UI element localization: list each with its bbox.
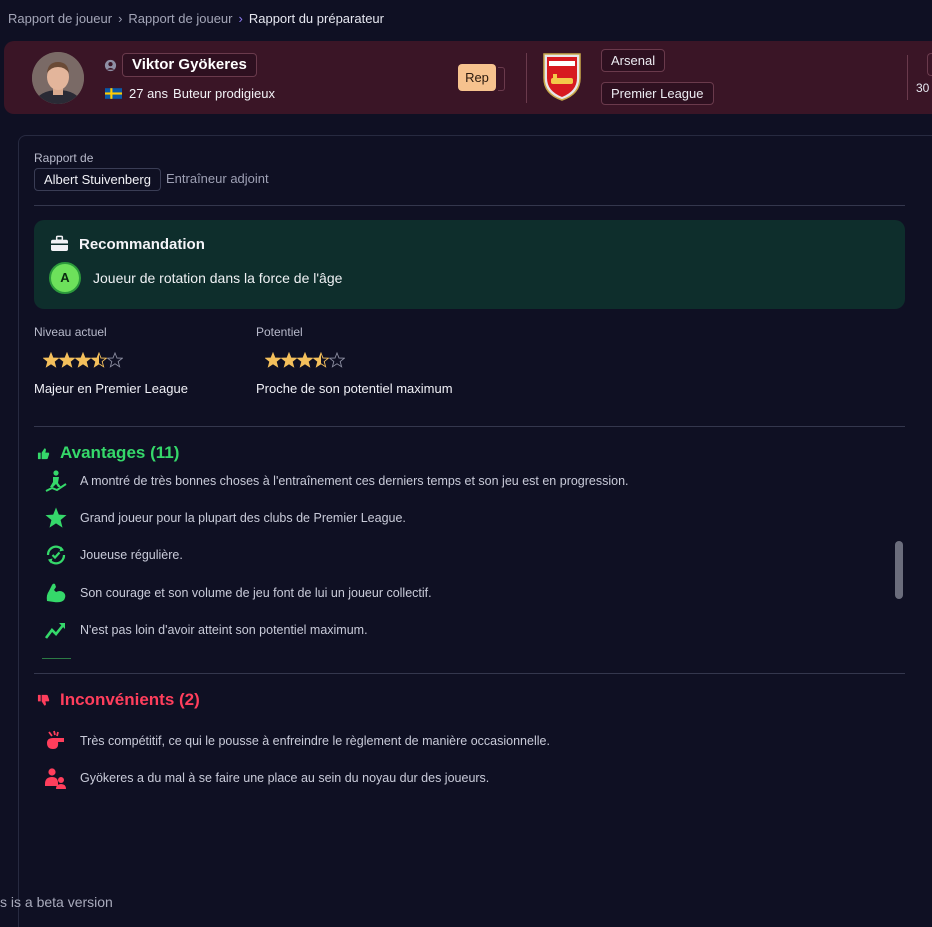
- star-icon: [107, 352, 123, 368]
- pros-item-text: N'est pas loin d'avoir atteint son poten…: [80, 623, 368, 637]
- breadcrumb-item-2[interactable]: Rapport de joueur: [128, 11, 232, 26]
- star-icon: [329, 352, 345, 368]
- whistle-icon: [47, 730, 64, 749]
- star-icon: [45, 507, 67, 528]
- current-level-stars: [43, 352, 123, 368]
- cons-title: Inconvénients (2): [60, 690, 200, 709]
- cons-item: Gyökeres a du mal à se faire une place a…: [44, 766, 489, 790]
- divider: [34, 673, 905, 674]
- star-icon: [75, 352, 91, 368]
- pros-item-text: Grand joueur pour la plupart des clubs d…: [80, 511, 406, 525]
- star-icon: [43, 352, 59, 368]
- divider: [907, 55, 908, 100]
- star-icon: [313, 352, 329, 368]
- report-label: Rapport de: [34, 151, 94, 165]
- potential-stars: [265, 352, 345, 368]
- potential-description: Proche de son potentiel maximum: [256, 381, 453, 396]
- pros-item-text: A montré de très bonnes choses à l'entra…: [80, 474, 629, 488]
- star-icon: [281, 352, 297, 368]
- pros-item: A montré de très bonnes choses à l'entra…: [44, 469, 629, 493]
- rep-bracket: [498, 67, 505, 91]
- player-age: 27 ans: [129, 86, 169, 101]
- trend-up-icon: [44, 623, 66, 639]
- recommendation-text: Joueur de rotation dans la force de l'âg…: [93, 270, 343, 286]
- chevron-right-icon: ›: [238, 11, 243, 26]
- cons-item-text: Très compétitif, ce qui le pousse à enfr…: [80, 734, 550, 748]
- grade-badge: A: [49, 262, 81, 294]
- divider: [34, 426, 905, 427]
- recommendation-title: Recommandation: [79, 236, 205, 253]
- club-name[interactable]: Arsenal: [601, 49, 666, 72]
- beta-notice: s is a beta version: [0, 894, 113, 910]
- star-icon: [91, 352, 107, 368]
- scrollbar-thumb[interactable]: [895, 541, 903, 599]
- player-name: Viktor Gyökeres: [122, 53, 257, 77]
- breadcrumb: Rapport de joueur › Rapport de joueur › …: [8, 11, 384, 26]
- list-fade: [42, 658, 71, 659]
- divider: [526, 53, 527, 103]
- breadcrumb-current: Rapport du préparateur: [248, 11, 384, 26]
- pros-item: Son courage et son volume de jeu font de…: [44, 581, 432, 605]
- recommendation-panel: Recommandation A Joueur de rotation dans…: [34, 220, 905, 309]
- player-header: Viktor Gyökeres 27 ans Buteur prodigieux …: [4, 41, 932, 114]
- star-icon: [265, 352, 281, 368]
- pros-item: Grand joueur pour la plupart des clubs d…: [44, 506, 406, 530]
- scout-name[interactable]: Albert Stuivenberg: [34, 168, 161, 191]
- star-icon: [59, 352, 75, 368]
- truncated-value: 30: [916, 81, 930, 95]
- briefcase-icon: [51, 235, 68, 252]
- report-card: Rapport de Albert Stuivenberg Entraîneur…: [18, 135, 932, 927]
- current-level-label: Niveau actuel: [34, 325, 107, 339]
- potential-label: Potentiel: [256, 325, 303, 339]
- training-progress-icon: [45, 470, 67, 492]
- pros-item: N'est pas loin d'avoir atteint son poten…: [44, 618, 368, 642]
- cons-item: Très compétitif, ce qui le pousse à enfr…: [44, 729, 550, 753]
- person-icon: [104, 59, 117, 72]
- rep-button[interactable]: Rep: [458, 64, 496, 91]
- scout-role: Entraîneur adjoint: [166, 171, 269, 186]
- thumbs-up-icon: [37, 448, 50, 460]
- group-icon: [45, 768, 66, 789]
- consistency-icon: [46, 545, 66, 565]
- breadcrumb-item-1[interactable]: Rapport de joueur: [8, 11, 112, 26]
- current-level-description: Majeur en Premier League: [34, 381, 188, 396]
- avatar: [32, 52, 84, 104]
- pros-item-text: Joueuse régulière.: [80, 548, 183, 562]
- pros-item: Joueuse régulière.: [44, 543, 183, 567]
- sweden-flag-icon: [105, 88, 122, 99]
- cons-item-text: Gyökeres a du mal à se faire une place a…: [80, 771, 490, 785]
- player-profile: Buteur prodigieux: [173, 86, 275, 101]
- thumbs-down-icon: [37, 694, 50, 706]
- truncated-box: [927, 53, 932, 76]
- arsenal-crest-icon: [543, 53, 581, 101]
- player-info: 27 ans Buteur prodigieux: [129, 86, 275, 101]
- chevron-right-icon: ›: [118, 11, 123, 26]
- league-name[interactable]: Premier League: [601, 82, 714, 105]
- pros-item-text: Son courage et son volume de jeu font de…: [80, 586, 432, 600]
- divider: [34, 205, 905, 206]
- muscle-icon: [46, 583, 66, 603]
- pros-title: Avantages (11): [60, 443, 180, 462]
- star-icon: [297, 352, 313, 368]
